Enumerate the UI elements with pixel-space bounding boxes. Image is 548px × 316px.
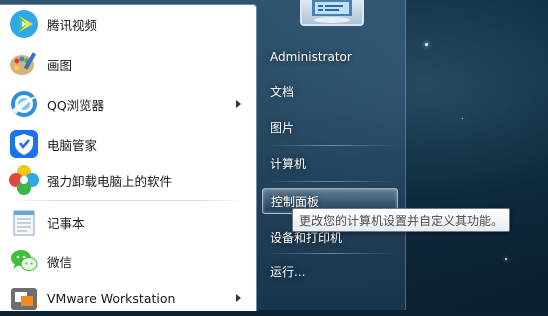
submenu-arrow-icon[interactable]	[236, 294, 241, 302]
pc-manager-shield-icon	[10, 130, 38, 158]
program-notepad[interactable]: 记事本	[0, 204, 256, 240]
uninstaller-icon	[9, 165, 39, 195]
submenu-arrow-icon[interactable]	[236, 100, 241, 108]
link-documents[interactable]: 文档	[262, 78, 398, 104]
user-picture-icon	[312, 0, 352, 23]
program-vmware-workstation[interactable]: VMware Workstation	[0, 280, 256, 316]
vmware-icon	[11, 288, 37, 310]
link-computer[interactable]: 计算机	[262, 150, 398, 176]
programs-panel: 腾讯视频 画图 QQ浏览器 电脑管家 强力卸载电脑上的软件 记事本 微信 VMw…	[0, 4, 257, 311]
star	[505, 258, 507, 260]
program-wechat[interactable]: 微信	[0, 243, 256, 279]
program-label: 强力卸载电脑上的软件	[47, 173, 173, 189]
program-label: 电脑管家	[47, 137, 98, 153]
separator	[266, 181, 394, 182]
program-label: 腾讯视频	[47, 17, 98, 33]
program-label: 画图	[47, 57, 73, 73]
program-uninstaller[interactable]: 强力卸载电脑上的软件	[0, 162, 256, 198]
link-pictures[interactable]: 图片	[262, 114, 398, 140]
notepad-icon	[13, 210, 35, 236]
tencent-video-icon	[10, 10, 38, 38]
separator	[266, 145, 394, 146]
program-qq-browser[interactable]: QQ浏览器	[0, 86, 256, 122]
control-panel-tooltip: 更改您的计算机设置并自定义其功能。	[292, 208, 511, 232]
program-label: QQ浏览器	[47, 97, 105, 113]
program-label: 记事本	[47, 215, 85, 231]
user-account-picture[interactable]	[300, 0, 364, 26]
program-paint[interactable]: 画图	[0, 46, 256, 82]
paint-icon	[10, 52, 36, 75]
link-administrator[interactable]: Administrator	[262, 44, 398, 70]
program-tencent-video[interactable]: 腾讯视频	[0, 6, 256, 42]
program-label: 微信	[47, 254, 73, 270]
star	[425, 43, 428, 46]
star	[462, 118, 463, 119]
link-run[interactable]: 运行...	[262, 258, 398, 284]
wechat-icon	[11, 250, 38, 271]
program-pc-manager[interactable]: 电脑管家	[0, 126, 256, 162]
qq-browser-icon	[11, 91, 38, 117]
separator	[266, 253, 394, 254]
program-label: VMware Workstation	[47, 290, 176, 306]
separator	[10, 200, 246, 201]
